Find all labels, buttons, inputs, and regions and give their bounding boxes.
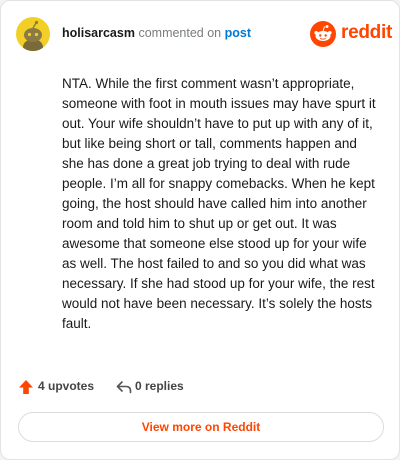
- snoo-avatar-icon: [23, 20, 43, 51]
- comment-body: NTA. While the first comment wasn’t appr…: [62, 76, 376, 331]
- upvote-count: 4 upvotes: [38, 379, 95, 393]
- user-avatar[interactable]: [16, 17, 50, 51]
- commented-on-label: commented on: [138, 26, 222, 40]
- comment-embed-card: holisarcasm commented on post reddit NTA…: [0, 0, 400, 460]
- reply-arrow-icon[interactable]: [116, 379, 132, 395]
- reddit-wordmark: reddit: [341, 22, 392, 43]
- username-link[interactable]: holisarcasm: [62, 26, 135, 40]
- reply-count: 0 replies: [135, 379, 184, 393]
- comment-header: holisarcasm commented on post: [62, 25, 251, 41]
- post-link[interactable]: post: [225, 26, 251, 40]
- upvote-arrow-icon[interactable]: [18, 379, 34, 395]
- view-more-button[interactable]: View more on Reddit: [18, 412, 384, 442]
- reddit-logo-icon: [310, 21, 336, 47]
